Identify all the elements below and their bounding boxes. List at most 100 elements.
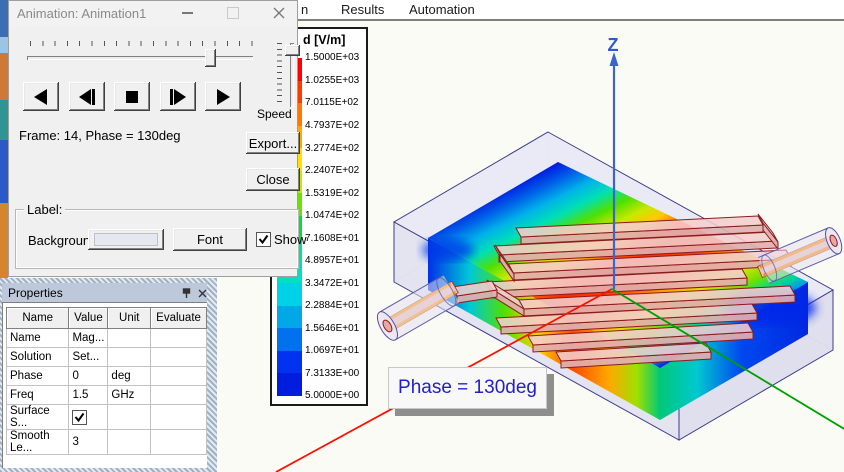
table-row[interactable]: Name Mag...: [5, 328, 207, 348]
speed-slider-ticks: [277, 43, 282, 107]
table-row[interactable]: Solution Set...: [5, 347, 207, 367]
legend-color-swatch: [277, 350, 302, 374]
step-forward-icon: [169, 88, 186, 105]
legend-value: 7.3133E+00: [305, 367, 360, 379]
minimize-button[interactable]: [174, 1, 200, 25]
column-header-value[interactable]: Value: [68, 307, 109, 329]
surface-smoothing-checkbox[interactable]: [72, 409, 88, 425]
prop-value[interactable]: 3: [68, 429, 109, 455]
step-reverse-icon: [78, 88, 95, 105]
checkmark-icon: [258, 234, 269, 245]
prop-name: Surface S...: [5, 404, 70, 430]
legend-value: 2.2407E+02: [305, 165, 360, 177]
z-axis-label: Z: [608, 35, 619, 55]
column-header-evaluate[interactable]: Evaluate: [150, 307, 207, 329]
table-row[interactable]: Freq 1.5 GHz: [5, 385, 207, 405]
prop-value[interactable]: Set...: [68, 347, 109, 367]
phase-overlay-text: Phase = 130deg: [398, 377, 537, 398]
font-button[interactable]: Font: [173, 228, 247, 251]
stop-button[interactable]: [114, 82, 150, 111]
legend-value: 3.2774E+02: [305, 142, 360, 154]
table-header-row: Name Value Unit Evaluate: [5, 307, 207, 329]
panel-close-icon[interactable]: [196, 287, 209, 300]
prop-name: Phase: [5, 366, 70, 386]
minimize-icon: [181, 12, 193, 14]
prop-evaluate: [150, 366, 207, 386]
legend-value: 1.0255E+03: [305, 74, 360, 86]
step-reverse-button[interactable]: [68, 82, 105, 111]
prop-unit: [107, 429, 152, 455]
play-forward-button[interactable]: [205, 82, 241, 111]
pin-icon[interactable]: [180, 287, 193, 300]
prop-evaluate: [150, 429, 207, 455]
stop-icon: [126, 90, 138, 103]
column-header-name[interactable]: Name: [5, 307, 70, 329]
dialog-title: Animation: Animation1: [17, 6, 147, 21]
legend-color-swatch: [277, 283, 302, 306]
prop-unit: [107, 328, 152, 348]
legend-value: 1.0474E+02: [305, 210, 360, 222]
play-reverse-icon: [34, 88, 47, 105]
legend-values: 1.5000E+03 1.0255E+03 7.0115E+02 4.7937E…: [305, 47, 359, 407]
play-reverse-button[interactable]: [23, 82, 59, 111]
legend-value: 1.5646E+01: [305, 322, 360, 334]
legend-color-swatch: [277, 328, 302, 351]
prop-evaluate: [150, 328, 207, 348]
prop-unit: [107, 347, 152, 367]
prop-unit: deg: [107, 366, 152, 386]
maximize-icon: [227, 7, 239, 19]
properties-panel: Properties Name Value Unit Evaluate Name…: [0, 278, 217, 472]
speed-slider-thumb[interactable]: [285, 45, 300, 56]
label-group-title: Label:: [24, 202, 66, 217]
legend-value: 3.3472E+01: [305, 277, 360, 289]
prop-name: Freq: [5, 385, 70, 405]
table-row[interactable]: Smooth Le... 3: [5, 429, 207, 455]
step-forward-button[interactable]: [159, 82, 196, 111]
phase-overlay-label: Phase = 130deg: [388, 367, 547, 409]
legend-value: 1.5000E+03: [305, 52, 360, 64]
show-checkbox[interactable]: [256, 232, 271, 247]
close-icon: [273, 7, 285, 19]
dialog-titlebar[interactable]: Animation: Animation1: [9, 1, 297, 27]
table-row[interactable]: Surface S...: [5, 404, 207, 430]
frame-slider-thumb[interactable]: [205, 49, 216, 67]
show-label: Show: [274, 232, 307, 247]
animation-dialog: Animation: Animation1 Speed Frame: 14, P…: [8, 0, 307, 277]
prop-evaluate: [150, 347, 207, 367]
legend-color-swatch: [277, 305, 302, 329]
legend-value: 1.0697E+01: [305, 345, 360, 357]
legend-value: 7.1608E+01: [305, 232, 360, 244]
checkmark-icon: [75, 412, 85, 422]
maximize-button[interactable]: [220, 1, 246, 25]
legend-value: 5.0000E+00: [305, 390, 360, 402]
play-forward-icon: [217, 88, 230, 105]
playback-controls: [23, 82, 241, 111]
table-row[interactable]: Phase 0 deg: [5, 366, 207, 386]
background-color-swatch: [94, 233, 158, 246]
legend-value: 4.7937E+02: [305, 119, 360, 131]
label-groupbox: Label: Background: Font Show: [15, 202, 307, 269]
column-header-unit[interactable]: Unit: [107, 307, 152, 329]
legend-value: 1.5319E+02: [305, 187, 360, 199]
app-window: { "menu": { "fragment": "n", "items": [ …: [0, 0, 844, 472]
legend-value: 2.2884E+01: [305, 300, 360, 312]
prop-name: Solution: [5, 347, 70, 367]
properties-table: Name Value Unit Evaluate Name Mag... Sol…: [5, 307, 207, 455]
legend-value: 4.8957E+01: [305, 255, 360, 267]
properties-titlebar[interactable]: Properties: [2, 283, 207, 302]
prop-value[interactable]: 0: [68, 366, 109, 386]
frame-slider-track[interactable]: [27, 56, 253, 60]
close-button[interactable]: [266, 1, 292, 25]
prop-value[interactable]: 1.5: [68, 385, 109, 405]
frame-status-text: Frame: 14, Phase = 130deg: [19, 128, 181, 143]
frame-slider-ticks: [30, 41, 253, 46]
dialog-close-button[interactable]: Close: [246, 168, 300, 191]
prop-unit: GHz: [107, 385, 152, 405]
background-color-button[interactable]: [88, 229, 164, 250]
desktop-edge-strip: [0, 0, 8, 278]
prop-name: Smooth Le...: [5, 429, 70, 455]
prop-value[interactable]: Mag...: [68, 328, 109, 348]
export-button[interactable]: Export...: [246, 132, 300, 154]
legend-color-swatch: [277, 373, 302, 396]
prop-value-checkbox-cell: [68, 404, 109, 430]
